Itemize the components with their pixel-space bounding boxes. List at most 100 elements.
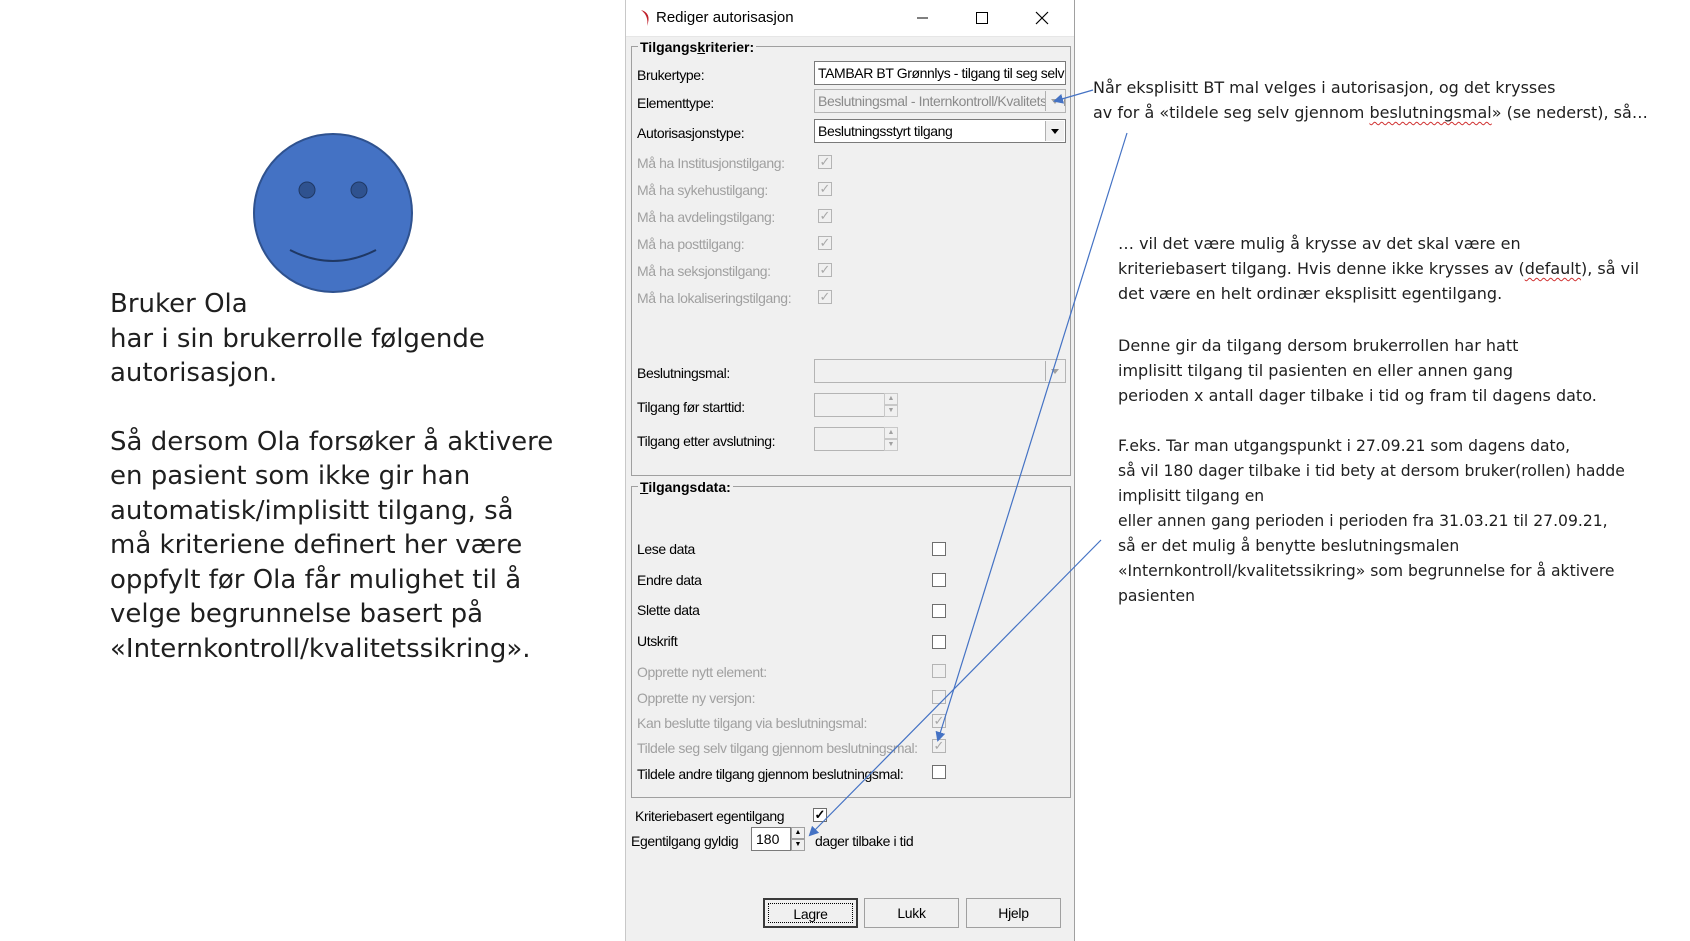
opprette-ny-versjon-label: Opprette ny versjon: <box>637 690 756 706</box>
must-have-checkbox[interactable]: ✓ <box>818 236 832 250</box>
note-line: F.eks. Tar man utgangspunkt i 27.09.21 s… <box>1118 437 1571 455</box>
beslutningsmal-dropdown[interactable] <box>814 359 1066 383</box>
note-line: implisitt tilgang til pasienten en eller… <box>1118 361 1514 380</box>
close-button[interactable] <box>1012 0 1072 36</box>
text-line: har i sin brukerrolle følgende <box>110 323 485 354</box>
text-line: en pasient som ikke gir han <box>110 461 471 491</box>
beslutningsmal-label: Beslutningsmal: <box>637 365 730 381</box>
paragraph-user-role: Bruker Ola har i sin brukerrolle følgend… <box>110 287 580 391</box>
note-line: av for å «tildele seg selv gjennom beslu… <box>1093 103 1648 122</box>
tildele-seg-selv-checkbox[interactable]: ✓ <box>932 739 946 753</box>
must-have-checkbox[interactable]: ✓ <box>818 290 832 304</box>
opprette-nytt-element-checkbox[interactable] <box>932 664 946 678</box>
must-have-label: Må ha avdelingstilgang: <box>637 209 775 225</box>
endre-data-checkbox[interactable] <box>932 573 946 587</box>
edit-authorization-dialog: Rediger autorisasjon Tilgangskriterier: … <box>625 0 1075 941</box>
must-have-label: Må ha sykehustilgang: <box>637 182 768 198</box>
tilgang-for-starttid-label: Tilgang før starttid: <box>637 399 745 415</box>
slette-data-label: Slette data <box>637 602 700 618</box>
text-line: Så dersom Ola forsøker å aktivere <box>110 426 554 457</box>
annotation-tilgang-periode: Denne gir da tilgang dersom brukerrollen… <box>1118 333 1597 408</box>
tilgang-etter-avslutning-label: Tilgang etter avslutning: <box>637 433 776 449</box>
criteria-group: Tilgangskriterier: Brukertype: TAMBAR BT… <box>631 39 1071 476</box>
elementtype-dropdown[interactable]: Beslutningsmal - Internkontroll/Kvalitet… <box>814 89 1066 113</box>
note-line: det være en helt ordinær eksplisitt egen… <box>1118 284 1503 303</box>
note-line: kriteriebasert tilgang. Hvis denne ikke … <box>1118 259 1640 278</box>
note-line: eller annen gang perioden i perioden fra… <box>1118 512 1608 530</box>
text-line: «Internkontroll/kvalitetssikring». <box>110 633 531 664</box>
note-line: pasienten <box>1118 587 1195 605</box>
note-line: perioden x antall dager tilbake i tid og… <box>1118 386 1597 405</box>
elementtype-label: Elementtype: <box>637 95 714 111</box>
utskrift-checkbox[interactable] <box>932 635 946 649</box>
text-line: Bruker Ola <box>110 289 248 319</box>
must-have-checkbox[interactable]: ✓ <box>818 209 832 223</box>
minimize-button[interactable] <box>892 0 952 36</box>
maximize-icon <box>976 12 988 24</box>
kriteriebasert-egentilgang-label: Kriteriebasert egentilgang <box>635 808 785 824</box>
elementtype-value: Beslutningsmal - Internkontroll/Kvalitet… <box>818 93 1066 109</box>
endre-data-label: Endre data <box>637 572 702 588</box>
lese-data-label: Lese data <box>637 541 695 557</box>
text-line: må kriteriene definert her være <box>110 530 523 560</box>
utskrift-label: Utskrift <box>637 633 678 649</box>
annotation-kriteriebasert: … vil det være mulig å krysse av det ska… <box>1118 231 1639 306</box>
egentilgang-gyldig-spinner[interactable]: 180 ▲ ▼ <box>751 827 807 851</box>
must-have-checkbox[interactable]: ✓ <box>818 155 832 169</box>
note-line: Når eksplisitt BT mal velges i autorisas… <box>1093 78 1556 97</box>
spin-down-icon[interactable]: ▼ <box>791 839 805 851</box>
autorisasjonstype-dropdown[interactable]: Beslutningsstyrt tilgang <box>814 119 1066 143</box>
left-description: Bruker Ola har i sin brukerrolle følgend… <box>110 287 580 666</box>
lagre-button[interactable]: Lagre <box>763 898 858 928</box>
lese-data-checkbox[interactable] <box>932 542 946 556</box>
paragraph-criteria-explanation: Så dersom Ola forsøker å aktivere en pas… <box>110 425 580 667</box>
annotation-bt-mal: Når eksplisitt BT mal velges i autorisas… <box>1093 75 1648 125</box>
must-have-checkbox[interactable]: ✓ <box>818 182 832 196</box>
must-have-label: Må ha seksjonstilgang: <box>637 263 771 279</box>
chevron-down-icon <box>1045 91 1064 111</box>
lukk-button[interactable]: Lukk <box>864 898 959 928</box>
maximize-button[interactable] <box>952 0 1012 36</box>
kriteriebasert-egentilgang-checkbox[interactable]: ✓ <box>813 808 827 822</box>
must-have-label: Må ha lokaliseringstilgang: <box>637 290 792 306</box>
spin-down-icon[interactable]: ▼ <box>884 439 898 451</box>
smiley-face-icon <box>253 133 413 293</box>
must-have-label: Må ha posttilgang: <box>637 236 745 252</box>
window-title: Rediger autorisasjon <box>656 9 794 26</box>
tilgang-for-starttid-spinner[interactable]: ▲ ▼ <box>814 393 898 417</box>
autorisasjonstype-value: Beslutningsstyrt tilgang <box>818 123 953 139</box>
tildele-andre-label: Tildele andre tilgang gjennom beslutning… <box>637 766 904 782</box>
autorisasjonstype-label: Autorisasjonstype: <box>637 125 745 141</box>
tildele-seg-selv-label: Tildele seg selv tilgang gjennom beslutn… <box>637 740 918 756</box>
spin-down-icon[interactable]: ▼ <box>884 405 898 417</box>
chevron-down-icon <box>1045 361 1064 381</box>
close-icon <box>1035 11 1049 25</box>
annotation-eksempel: F.eks. Tar man utgangspunkt i 27.09.21 s… <box>1118 434 1625 609</box>
criteria-group-title: Tilgangskriterier: <box>638 39 757 55</box>
app-logo-icon <box>641 10 649 26</box>
kan-beslutte-tilgang-label: Kan beslutte tilgang via beslutningsmal: <box>637 715 867 731</box>
dager-tilbake-label: dager tilbake i tid <box>815 833 914 849</box>
access-data-group: Tilgangsdata: Lese data Endre data Slett… <box>631 479 1071 798</box>
tilgang-etter-avslutning-spinner[interactable]: ▲ ▼ <box>814 427 898 451</box>
hjelp-button[interactable]: Hjelp <box>966 898 1061 928</box>
note-line: så er det mulig å benytte beslutningsmal… <box>1118 537 1460 555</box>
tildele-andre-checkbox[interactable] <box>932 765 946 779</box>
note-line: «Internkontroll/kvalitetssikring» som be… <box>1118 562 1615 580</box>
note-line: implisitt tilgang en <box>1118 487 1265 505</box>
must-have-label: Må ha Institusjonstilgang: <box>637 155 785 171</box>
brukertype-field[interactable]: TAMBAR BT Grønnlys - tilgang til seg sel… <box>814 61 1066 85</box>
must-have-checkbox[interactable]: ✓ <box>818 263 832 277</box>
opprette-ny-versjon-checkbox[interactable] <box>932 690 946 704</box>
title-bar[interactable]: Rediger autorisasjon <box>626 0 1074 37</box>
spin-up-icon[interactable]: ▲ <box>884 427 898 439</box>
spin-up-icon[interactable]: ▲ <box>791 827 805 839</box>
text-line: velge begrunnelse basert på <box>110 599 484 629</box>
access-data-group-title: Tilgangsdata: <box>638 479 733 495</box>
note-line: så vil 180 dager tilbake i tid bety at d… <box>1118 462 1625 480</box>
kan-beslutte-tilgang-checkbox[interactable]: ✓ <box>932 714 946 728</box>
spin-up-icon[interactable]: ▲ <box>884 393 898 405</box>
egentilgang-gyldig-label: Egentilgang gyldig <box>631 833 739 849</box>
slette-data-checkbox[interactable] <box>932 604 946 618</box>
egentilgang-gyldig-input[interactable]: 180 <box>751 827 791 851</box>
